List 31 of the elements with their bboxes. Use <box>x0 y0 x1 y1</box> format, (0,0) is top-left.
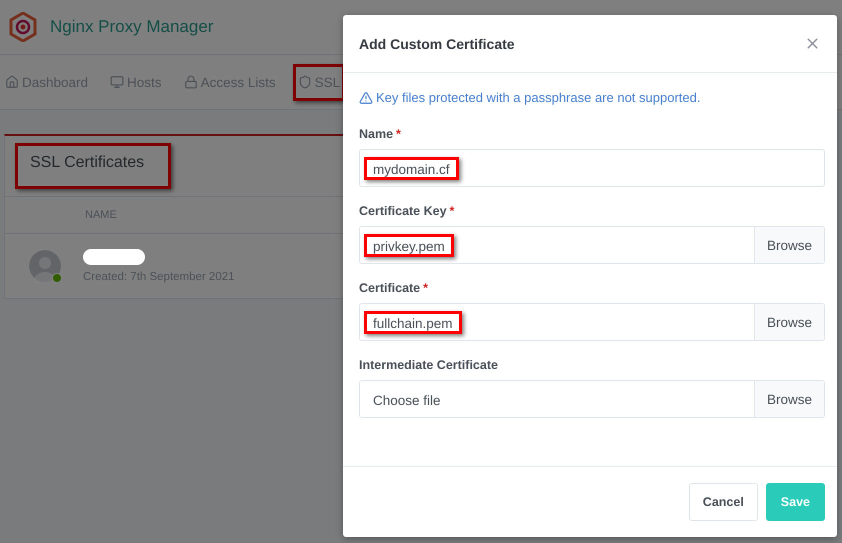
file-field[interactable]: Choose file Browse <box>359 380 825 418</box>
input-field[interactable]: mydomain.cf <box>359 149 825 187</box>
avatar-icon <box>29 250 61 282</box>
home-icon <box>5 75 19 89</box>
alert-text: Key files protected with a passphrase are not supported. <box>376 90 700 105</box>
file-field[interactable]: privkey.pem Browse <box>359 226 825 264</box>
redaction-mark <box>83 249 145 265</box>
hexagon-logo-icon <box>8 12 38 42</box>
required-mark: * <box>423 281 428 295</box>
field-label: Name <box>359 127 394 141</box>
lock-icon <box>184 75 198 89</box>
warning-icon <box>359 90 373 104</box>
field-value: privkey.pem <box>364 234 454 256</box>
browse-button[interactable]: Browse <box>754 304 824 340</box>
required-mark: * <box>396 127 401 141</box>
shield-icon <box>298 75 312 89</box>
app-title: Nginx Proxy Manager <box>50 17 214 37</box>
field-value: fullchain.pem <box>364 310 462 334</box>
cancel-button[interactable]: Cancel <box>688 483 758 521</box>
card-title: SSL Certificates <box>15 143 172 189</box>
file-field[interactable]: fullchain.pem Browse <box>359 303 825 341</box>
field-label: Certificate Key <box>359 204 447 218</box>
field-value: mydomain.cf <box>364 156 459 180</box>
required-mark: * <box>450 204 454 218</box>
placeholder-text: Choose file <box>372 392 442 410</box>
browse-button[interactable]: Browse <box>754 227 824 263</box>
field-label: Certificate <box>359 281 420 295</box>
browse-button[interactable]: Browse <box>754 381 824 417</box>
monitor-icon <box>110 75 124 89</box>
field-label: Intermediate Certificate <box>359 358 498 372</box>
dialog-title: Add Custom Certificate <box>359 36 515 52</box>
